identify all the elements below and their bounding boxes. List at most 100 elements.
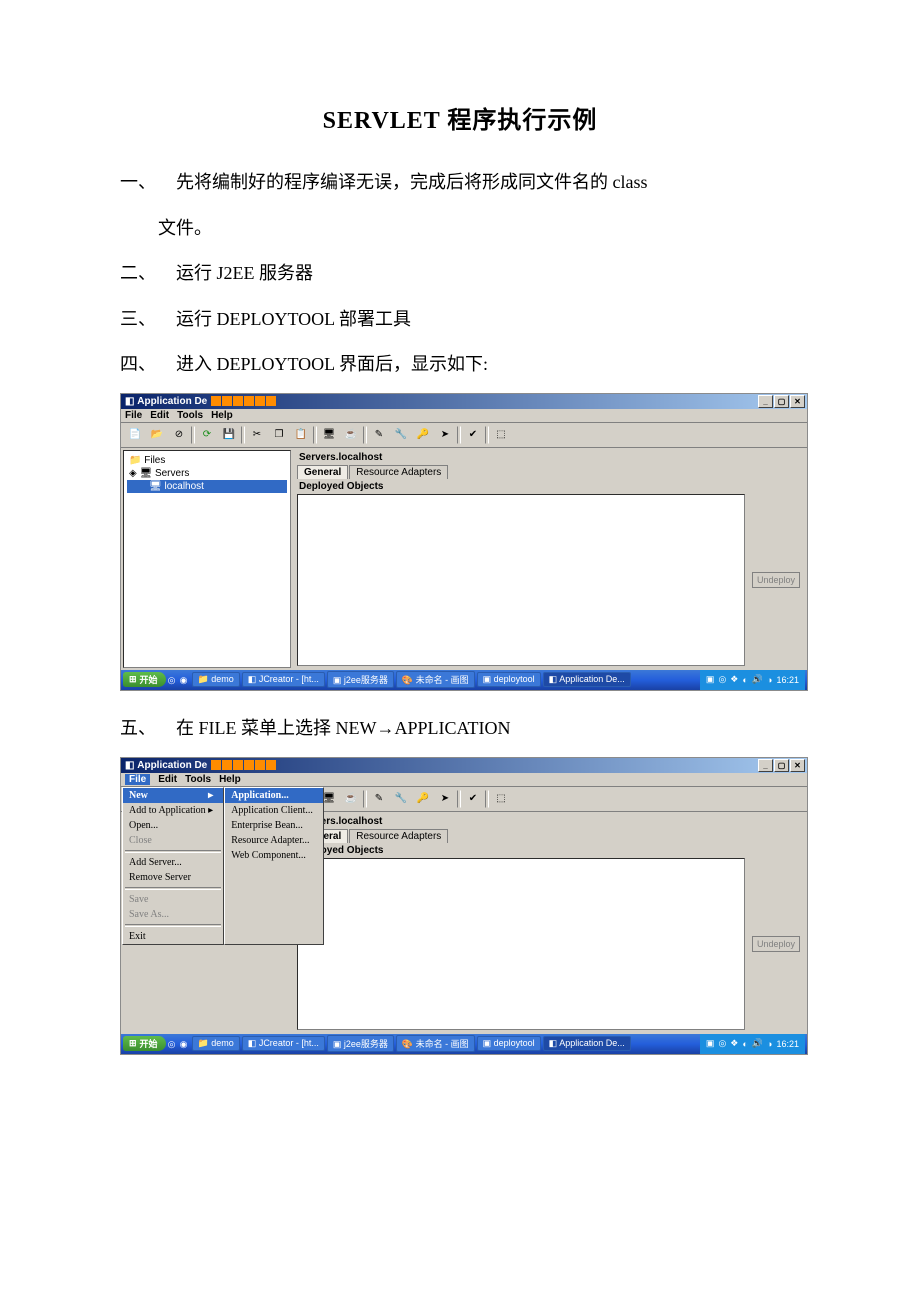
start-button[interactable]: ⊞ 开始 <box>123 1036 166 1051</box>
tree-servers[interactable]: ◈ 🖥 Servers <box>127 467 287 480</box>
tool-key-icon[interactable]: 🔑 <box>413 789 433 809</box>
tray-icon[interactable]: ◐ <box>742 1039 747 1049</box>
maximize-button[interactable]: ▢ <box>774 759 789 772</box>
item-text: 先将编制好的程序编译无误，完成后将形成同文件名的 class <box>176 172 648 192</box>
menu-file[interactable]: File <box>125 774 150 785</box>
tray-icon[interactable]: ▣ <box>706 1038 715 1049</box>
tray-icon[interactable]: 🔊 <box>752 1038 763 1049</box>
tool-copy-icon[interactable]: ❐ <box>269 425 289 445</box>
quicklaunch-icon[interactable]: ◎ <box>168 1039 178 1049</box>
maximize-button[interactable]: ▢ <box>774 395 789 408</box>
tab-general[interactable]: General <box>297 465 348 479</box>
minimize-button[interactable]: _ <box>758 395 773 408</box>
menu-help[interactable]: Help <box>211 410 233 421</box>
tool-deploy-icon[interactable]: ⬚ <box>491 789 511 809</box>
tool-check-icon[interactable]: ✔ <box>463 425 483 445</box>
taskbar: ⊞ 开始 ◎ ◉ 📁 demo ◧ JCreator - [ht... ▣ j2… <box>121 670 807 690</box>
tray-icon[interactable]: ◎ <box>718 674 726 685</box>
task-j2ee[interactable]: ▣ j2ee服务器 <box>327 1035 394 1052</box>
window-titlebar: ◧ Application De _ ▢ ✕ <box>121 394 807 409</box>
deployed-objects-list[interactable] <box>297 494 745 666</box>
tool-paste-icon[interactable]: 📋 <box>291 425 311 445</box>
tool-arrow-icon[interactable]: ➤ <box>435 789 455 809</box>
task-j2ee[interactable]: ▣ j2ee服务器 <box>327 671 394 688</box>
tree-files[interactable]: 📁 Files <box>127 454 287 467</box>
menu-new-ejb[interactable]: Enterprise Bean... <box>225 818 323 833</box>
menu-tools[interactable]: Tools <box>177 410 203 421</box>
tool-server-icon[interactable]: 🖥 <box>319 425 339 445</box>
menu-close: Close <box>123 833 223 848</box>
tool-save-icon[interactable]: 💾 <box>219 425 239 445</box>
menu-tools[interactable]: Tools <box>185 774 211 785</box>
tray-icon[interactable]: ❖ <box>730 674 738 685</box>
tray-icon[interactable]: ◑ <box>767 675 772 685</box>
tool-edit-icon[interactable]: ✎ <box>369 425 389 445</box>
task-demo[interactable]: 📁 demo <box>192 1036 240 1051</box>
new-submenu: Application... Application Client... Ent… <box>224 787 324 945</box>
task-paint[interactable]: 🎨 未命名 - 画图 <box>396 671 475 688</box>
menu-new-application[interactable]: Application... <box>225 788 323 803</box>
undeploy-button[interactable]: Undeploy <box>752 936 800 952</box>
tool-deploy-icon[interactable]: ⬚ <box>491 425 511 445</box>
menu-add-server[interactable]: Add Server... <box>123 855 223 870</box>
undeploy-button[interactable]: Undeploy <box>752 572 800 588</box>
tool-ejb-icon[interactable]: ☕ <box>341 789 361 809</box>
tray-icon[interactable]: ◑ <box>767 1039 772 1049</box>
quicklaunch-icon[interactable]: ◎ <box>168 675 178 685</box>
list-item: 五、在 FILE 菜单上选择 NEW→APPLICATION <box>120 709 800 749</box>
tray-icon[interactable]: ❖ <box>730 1038 738 1049</box>
tool-check-icon[interactable]: ✔ <box>463 789 483 809</box>
toolbar: 📄 📂 ⊘ ⟳ 💾 ✂ ❐ 📋 🖥 ☕ ✎ 🔧 🔑 ➤ ✔ ⬚ <box>121 423 807 448</box>
minimize-button[interactable]: _ <box>758 759 773 772</box>
close-button[interactable]: ✕ <box>790 759 805 772</box>
tool-close-icon[interactable]: ⊘ <box>169 425 189 445</box>
tool-wrench-icon[interactable]: 🔧 <box>391 425 411 445</box>
menu-edit[interactable]: Edit <box>158 774 177 785</box>
quicklaunch-icon[interactable]: ◉ <box>180 1039 190 1049</box>
tool-cut-icon[interactable]: ✂ <box>247 425 267 445</box>
tab-resource-adapters[interactable]: Resource Adapters <box>349 829 448 843</box>
task-paint[interactable]: 🎨 未命名 - 画图 <box>396 1035 475 1052</box>
task-appde[interactable]: ◧ Application De... <box>543 672 631 687</box>
menu-new[interactable]: New▸ <box>123 788 223 803</box>
tray-icon[interactable]: ◎ <box>718 1038 726 1049</box>
start-button[interactable]: ⊞ 开始 <box>123 672 166 687</box>
task-deploytool[interactable]: ▣ deploytool <box>477 672 541 687</box>
menu-remove-server[interactable]: Remove Server <box>123 870 223 885</box>
task-appde[interactable]: ◧ Application De... <box>543 1036 631 1051</box>
menu-new-web-component[interactable]: Web Component... <box>225 848 323 863</box>
menu-exit[interactable]: Exit <box>123 929 223 944</box>
menu-file[interactable]: File <box>125 410 142 421</box>
list-item: 二、运行 J2EE 服务器 <box>120 254 800 294</box>
menu-edit[interactable]: Edit <box>150 410 169 421</box>
task-demo[interactable]: 📁 demo <box>192 672 240 687</box>
menu-new-resource-adapter[interactable]: Resource Adapter... <box>225 833 323 848</box>
tool-refresh-icon[interactable]: ⟳ <box>197 425 217 445</box>
deployed-objects-list[interactable] <box>297 858 745 1030</box>
menu-help[interactable]: Help <box>219 774 241 785</box>
tree-panel: 📁 Files ◈ 🖥 Servers 🖥 localhost <box>123 450 291 668</box>
menu-new-app-client[interactable]: Application Client... <box>225 803 323 818</box>
tray-icon[interactable]: 🔊 <box>752 674 763 685</box>
tool-new-icon[interactable]: 📄 <box>125 425 145 445</box>
tool-key-icon[interactable]: 🔑 <box>413 425 433 445</box>
list-item: 四、进入 DEPLOYTOOL 界面后，显示如下: <box>120 345 800 385</box>
item-text: 进入 DEPLOYTOOL 界面后，显示如下: <box>176 354 488 374</box>
menu-add-to-app[interactable]: Add to Application ▸ <box>123 803 223 818</box>
tree-localhost[interactable]: 🖥 localhost <box>127 480 287 493</box>
task-jcreator[interactable]: ◧ JCreator - [ht... <box>242 1036 325 1051</box>
task-deploytool[interactable]: ▣ deploytool <box>477 1036 541 1051</box>
menu-open[interactable]: Open... <box>123 818 223 833</box>
quicklaunch-icon[interactable]: ◉ <box>180 675 190 685</box>
tool-edit-icon[interactable]: ✎ <box>369 789 389 809</box>
tool-ejb-icon[interactable]: ☕ <box>341 425 361 445</box>
tool-open-icon[interactable]: 📂 <box>147 425 167 445</box>
item-text: 运行 DEPLOYTOOL 部署工具 <box>176 309 411 329</box>
tab-resource-adapters[interactable]: Resource Adapters <box>349 465 448 479</box>
tray-icon[interactable]: ◐ <box>742 675 747 685</box>
tray-icon[interactable]: ▣ <box>706 674 715 685</box>
close-button[interactable]: ✕ <box>790 395 805 408</box>
tool-arrow-icon[interactable]: ➤ <box>435 425 455 445</box>
tool-wrench-icon[interactable]: 🔧 <box>391 789 411 809</box>
task-jcreator[interactable]: ◧ JCreator - [ht... <box>242 672 325 687</box>
